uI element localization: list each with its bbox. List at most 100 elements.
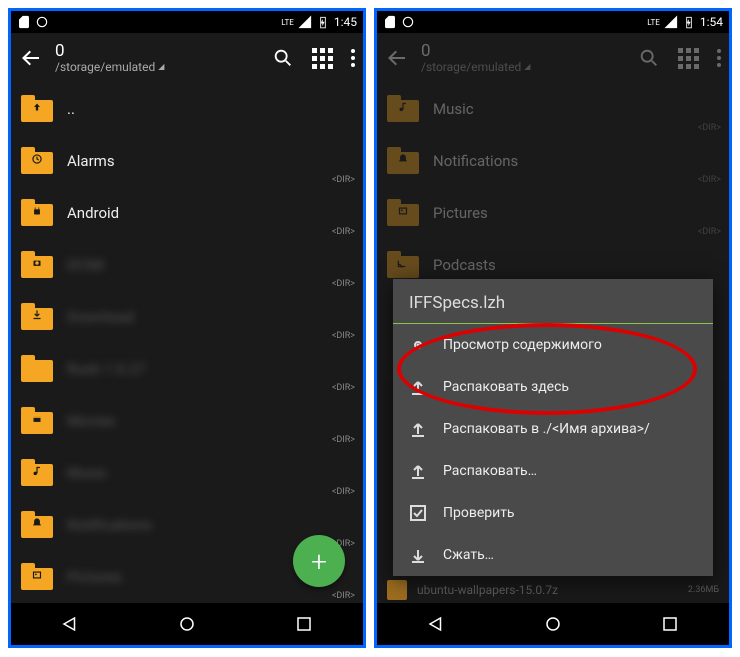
- search-icon[interactable]: [638, 47, 660, 69]
- lte-label: LTE: [647, 18, 660, 27]
- folder-icon: [387, 252, 419, 278]
- menu-item-label: Распаковать в ./<Имя архива>/: [443, 421, 650, 437]
- folder-icon: [387, 200, 419, 226]
- item-label: Music: [433, 100, 474, 118]
- item-label: Rush 1.0.27: [67, 360, 146, 378]
- file-name: ubuntu-wallpapers-15.0.7z: [417, 583, 678, 597]
- context-menu: IFFSpecs.lzh Просмотр содержимого Распако…: [393, 279, 713, 576]
- system-navbar: [11, 603, 363, 645]
- extract-to-icon: [409, 420, 427, 438]
- search-icon[interactable]: [272, 47, 294, 69]
- extract-here-icon: [409, 378, 427, 396]
- clock-time: 1:45: [334, 15, 357, 29]
- nav-back-icon[interactable]: [427, 615, 445, 633]
- folder-icon: [21, 460, 53, 486]
- status-bar: LTE 1:54: [377, 11, 729, 33]
- list-item[interactable]: Android <DIR>: [11, 187, 363, 239]
- item-meta: <DIR>: [332, 279, 355, 289]
- path-dropdown[interactable]: 0 /storage/emulated◢: [55, 42, 260, 74]
- system-navbar: [377, 603, 729, 645]
- battery-icon: [682, 15, 696, 29]
- folder-icon: [21, 356, 53, 382]
- extract-icon: [409, 462, 427, 480]
- menu-item-extract-here[interactable]: Распаковать здесь: [393, 366, 713, 408]
- folder-icon: [21, 304, 53, 330]
- signal-icon: [664, 15, 678, 29]
- circle-icon: [401, 15, 415, 29]
- menu-item-eye[interactable]: Просмотр содержимого: [393, 324, 713, 366]
- sd-card-icon: [383, 15, 397, 29]
- toolbar: 0 /storage/emulated◢: [377, 33, 729, 83]
- phone-right: LTE 1:54 0 /storage/emulated◢ Music<DIR>…: [374, 8, 732, 648]
- folder-icon: [21, 200, 53, 226]
- eye-icon: [409, 336, 427, 354]
- list-item[interactable]: Music<DIR>: [377, 83, 729, 135]
- file-list[interactable]: ..Alarms<DIR>Android<DIR>DCIM<DIR>Downlo…: [11, 83, 363, 603]
- item-meta: <DIR>: [332, 227, 355, 237]
- view-grid-icon[interactable]: [678, 48, 699, 69]
- list-item[interactable]: Download<DIR>: [11, 291, 363, 343]
- menu-item-check[interactable]: Проверить: [393, 492, 713, 534]
- circle-icon: [35, 15, 49, 29]
- list-item[interactable]: Notifications <DIR>: [377, 135, 729, 187]
- sd-card-icon: [17, 15, 31, 29]
- list-item[interactable]: Movies <DIR>: [11, 395, 363, 447]
- item-meta: <DIR>: [332, 487, 355, 497]
- item-label: Notifications: [433, 152, 518, 170]
- folder-icon: [21, 512, 53, 538]
- folder-icon: [21, 148, 53, 174]
- view-grid-icon[interactable]: [312, 48, 333, 69]
- clock-time: 1:54: [700, 15, 723, 29]
- nav-home-icon[interactable]: [178, 615, 196, 633]
- menu-item-label: Распаковать здесь: [443, 379, 569, 395]
- menu-item-extract-to[interactable]: Распаковать в ./<Имя архива>/: [393, 408, 713, 450]
- item-label: Pictures: [433, 204, 488, 222]
- menu-item-label: Просмотр содержимого: [443, 337, 602, 353]
- add-fab[interactable]: +: [293, 535, 345, 587]
- item-label: Notifications: [67, 516, 152, 534]
- list-item[interactable]: Rush 1.0.27<DIR>: [11, 343, 363, 395]
- list-item[interactable]: Pictures<DIR>: [377, 187, 729, 239]
- battery-icon: [316, 15, 330, 29]
- status-bar: LTE 1:45: [11, 11, 363, 33]
- file-size: 2.36МБ: [688, 585, 719, 595]
- list-item[interactable]: Alarms <DIR>: [11, 135, 363, 187]
- item-meta: <DIR>: [698, 175, 721, 185]
- folder-icon: [21, 408, 53, 434]
- back-button[interactable]: [19, 46, 43, 70]
- nav-back-icon[interactable]: [61, 615, 79, 633]
- menu-overflow-icon[interactable]: [351, 49, 355, 67]
- item-meta: <DIR>: [332, 435, 355, 445]
- nav-recent-icon[interactable]: [661, 615, 679, 633]
- back-button[interactable]: [385, 46, 409, 70]
- context-menu-title: IFFSpecs.lzh: [393, 279, 713, 324]
- lte-label: LTE: [281, 18, 294, 27]
- item-label: Android: [67, 204, 119, 222]
- phone-left: LTE 1:45 0 /storage/emulated◢ .. Alarms <D…: [8, 8, 366, 648]
- archive-icon: [387, 580, 407, 600]
- menu-overflow-icon[interactable]: [717, 49, 721, 67]
- folder-icon: [21, 252, 53, 278]
- nav-home-icon[interactable]: [544, 615, 562, 633]
- folder-icon: [387, 96, 419, 122]
- list-item[interactable]: DCIM<DIR>: [11, 239, 363, 291]
- folder-icon: [21, 96, 53, 122]
- path-dropdown[interactable]: 0 /storage/emulated◢: [421, 42, 626, 74]
- item-label: Movies: [67, 412, 115, 430]
- item-label: Podcasts: [433, 256, 496, 274]
- folder-icon: [21, 564, 53, 590]
- item-label: Alarms: [67, 152, 115, 170]
- menu-item-compress[interactable]: Сжать…: [393, 534, 713, 576]
- signal-icon: [298, 15, 312, 29]
- menu-item-label: Проверить: [443, 505, 515, 521]
- nav-recent-icon[interactable]: [295, 615, 313, 633]
- item-meta: <DIR>: [332, 175, 355, 185]
- menu-item-extract[interactable]: Распаковать…: [393, 450, 713, 492]
- folder-icon: [387, 148, 419, 174]
- list-item[interactable]: ..: [11, 83, 363, 135]
- item-label: Download: [67, 308, 134, 326]
- compress-icon: [409, 546, 427, 564]
- menu-item-label: Распаковать…: [443, 463, 537, 479]
- item-label: Music: [67, 464, 108, 482]
- list-item[interactable]: Music <DIR>: [11, 447, 363, 499]
